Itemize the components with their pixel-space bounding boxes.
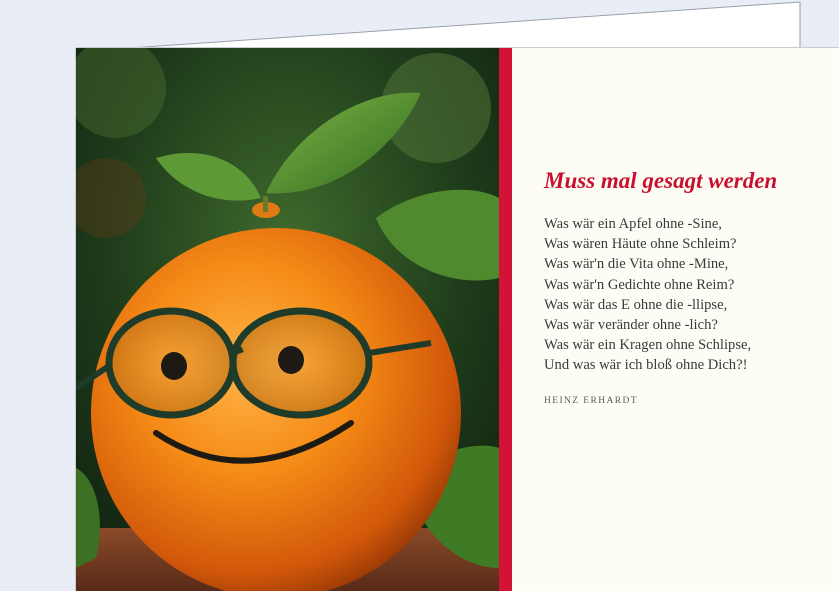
poem-title: Muss mal gesagt werden	[544, 168, 778, 193]
poem-verses: Was wär ein Apfel ohne -Sine, Was wären …	[544, 214, 839, 376]
poem-line: Was wären Häute ohne Schleim?	[544, 236, 737, 253]
poem-line: Was wär veränder ohne -lich?	[544, 317, 718, 334]
poem-line: Was wär ein Kragen ohne Schlipse,	[544, 337, 752, 354]
greeting-card-scene: Muss mal gesagt werden Was wär ein Apfel…	[0, 0, 839, 591]
poem-line: Was wär das E ohne die -llipse,	[544, 296, 728, 313]
poem-line: Was wär'n die Vita ohne -Mine,	[544, 256, 729, 273]
poem-author: HEINZ ERHARDT	[544, 395, 638, 406]
poem-line: Was wär ein Apfel ohne -Sine,	[544, 216, 722, 232]
poem-block: Muss mal gesagt werden Was wär ein Apfel…	[544, 166, 839, 406]
orange-with-glasses-image	[76, 48, 499, 591]
greeting-card: Muss mal gesagt werden Was wär ein Apfel…	[76, 48, 839, 591]
poem-line: Was wär'n Gedichte ohne Reim?	[544, 276, 735, 293]
accent-stripe	[499, 48, 512, 591]
poem-line: Und was wär ich bloß ohne Dich?!	[544, 357, 748, 374]
